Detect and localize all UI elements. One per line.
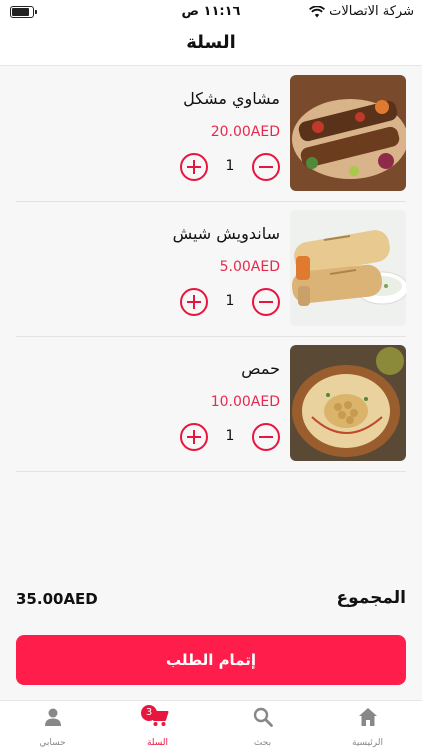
search-icon: [253, 707, 273, 727]
quantity-value: 1: [225, 158, 235, 174]
hummus-photo[interactable]: [290, 345, 406, 461]
tab-label: حسابي: [39, 738, 66, 748]
total-amount: 35.00AED: [16, 590, 98, 608]
decrease-quantity-button[interactable]: [252, 288, 280, 316]
quantity-stepper: 1: [180, 288, 280, 318]
tab-label: الرئيسية: [352, 738, 383, 748]
decrease-quantity-button[interactable]: [252, 423, 280, 451]
cart-item: مشاوي مشكل 20.00AED 1: [16, 67, 406, 202]
decrease-quantity-button[interactable]: [252, 153, 280, 181]
wifi-icon: [309, 5, 326, 17]
tab-search[interactable]: بحث: [210, 701, 315, 750]
quantity-value: 1: [225, 428, 235, 444]
total-label: المجموع: [336, 588, 406, 608]
item-price: 5.00AED: [219, 259, 280, 275]
tab-cart[interactable]: 3 السلة: [105, 701, 210, 750]
increase-quantity-button[interactable]: [180, 288, 208, 316]
tab-home[interactable]: الرئيسية: [315, 701, 420, 750]
header: السلة: [0, 24, 422, 66]
person-icon: [45, 708, 61, 726]
checkout-button[interactable]: إتمام الطلب: [16, 635, 406, 685]
quantity-stepper: 1: [180, 153, 280, 183]
page-title: السلة: [186, 32, 236, 53]
item-name: ساندويش شيش: [172, 224, 280, 243]
item-price: 20.00AED: [210, 124, 280, 140]
quantity-stepper: 1: [180, 423, 280, 453]
quantity-value: 1: [225, 293, 235, 309]
carrier-name: شركة الاتصالات: [329, 4, 414, 19]
total-row: المجموع 35.00AED: [16, 588, 406, 612]
cart-count-badge: 3: [141, 705, 157, 721]
tab-account[interactable]: حسابي: [0, 701, 105, 750]
cart-item: حمص 10.00AED 1: [16, 337, 406, 472]
cart-item: ساندويش شيش 5.00AED 1: [16, 202, 406, 337]
increase-quantity-button[interactable]: [180, 153, 208, 181]
increase-quantity-button[interactable]: [180, 423, 208, 451]
status-bar: ١١:١٦ ص شركة الاتصالات: [0, 0, 422, 24]
tab-label: السلة: [146, 738, 169, 748]
home-icon: [359, 708, 377, 726]
item-name: مشاوي مشكل: [183, 89, 280, 108]
shish-sandwich-photo[interactable]: [290, 210, 406, 326]
item-price: 10.00AED: [210, 394, 280, 410]
tab-label: بحث: [253, 738, 272, 748]
carrier-info: شركة الاتصالات: [309, 4, 414, 19]
item-name: حمص: [241, 359, 280, 378]
tab-bar: حسابي 3 السلة بحث الرئيسية: [0, 700, 422, 750]
mixed-grill-photo[interactable]: [290, 75, 406, 191]
